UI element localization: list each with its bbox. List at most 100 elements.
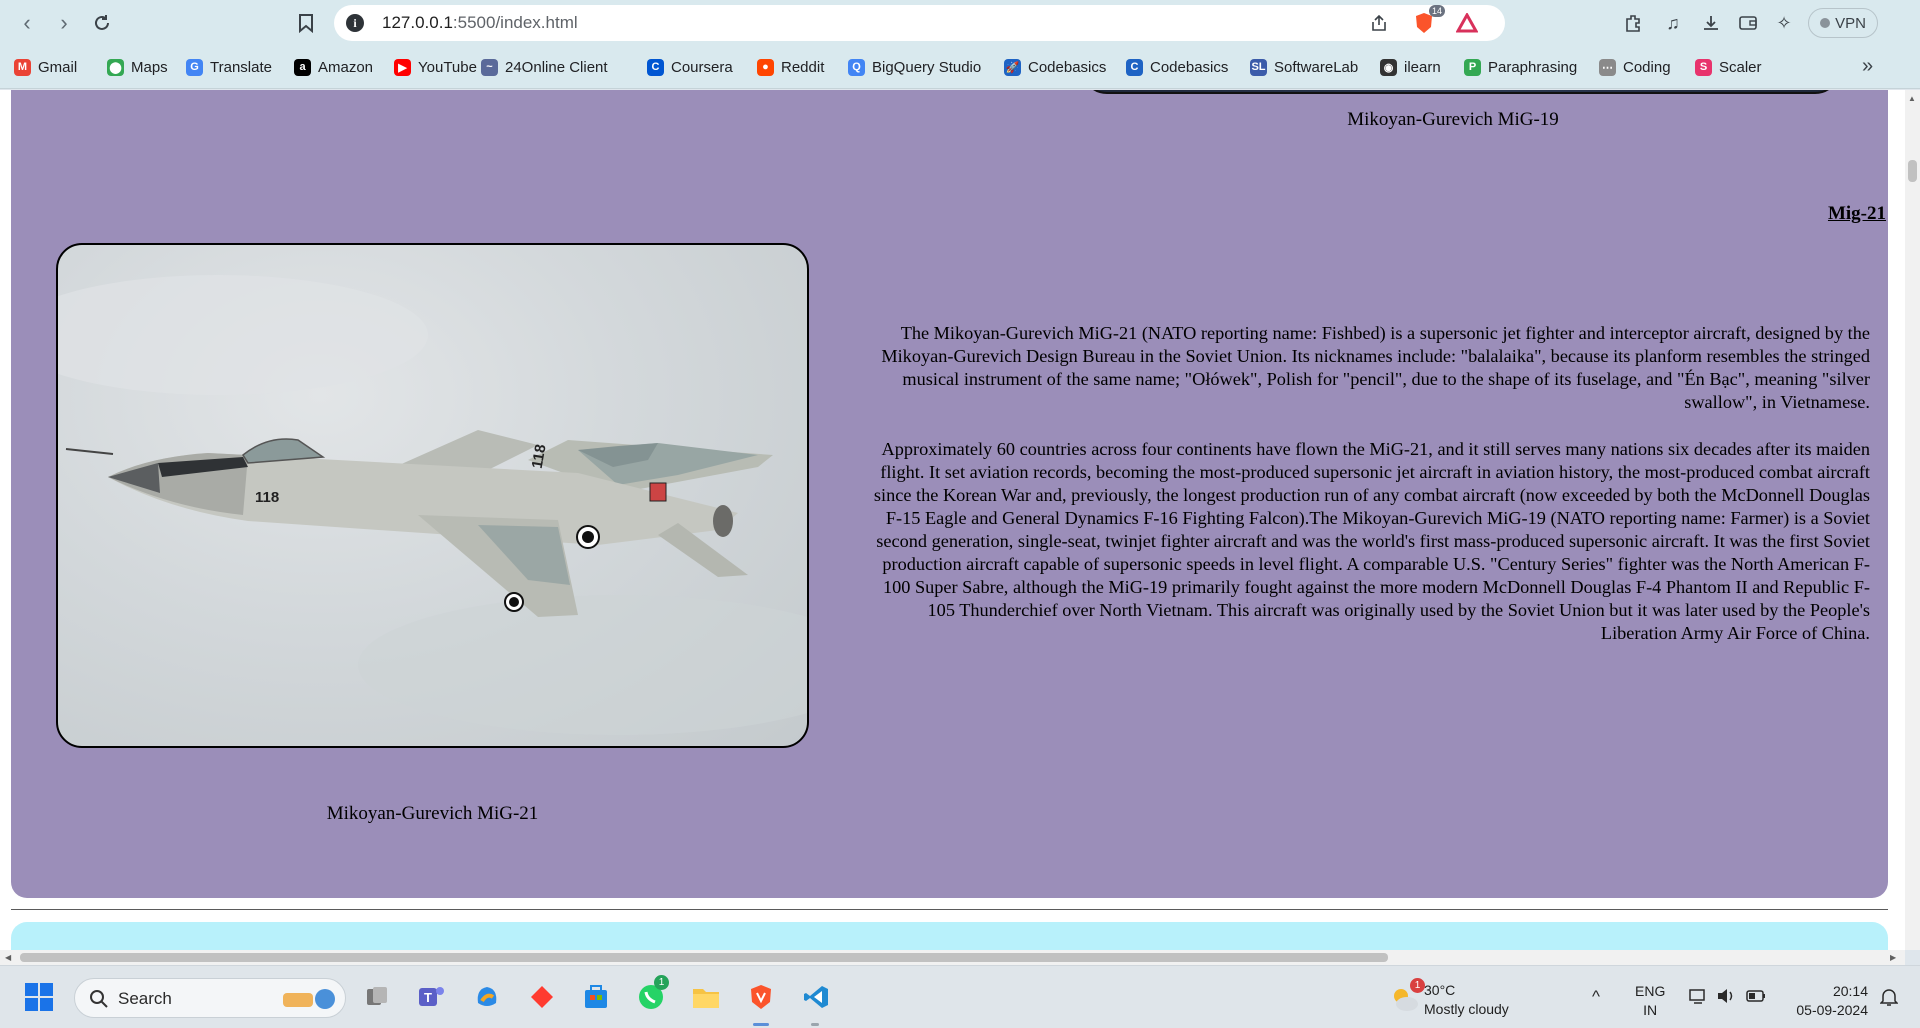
vpn-status-icon [1820, 18, 1831, 28]
extensions-icon[interactable] [1620, 10, 1646, 36]
brave-taskbar-icon[interactable] [744, 980, 778, 1014]
scaler-icon: S [1695, 58, 1712, 76]
language-indicator[interactable]: ENG IN [1635, 982, 1665, 1020]
bookmark-gmail[interactable]: M Gmail [14, 56, 77, 78]
url-text[interactable]: 127.0.0.1:5500/index.html [382, 13, 578, 33]
bookmark-coding[interactable]: ⋯ Coding [1599, 56, 1671, 78]
gmail-icon: M [14, 58, 31, 76]
bookmark-label: Coding [1623, 58, 1671, 76]
bookmark-label: ilearn [1404, 58, 1441, 76]
show-hidden-icons-icon[interactable]: ^ [1592, 987, 1600, 1007]
bookmark-24online-client[interactable]: ~24Online Client [481, 56, 608, 78]
bookmark-maps[interactable]: ⬤ Maps [107, 56, 168, 78]
whatsapp-icon[interactable]: 1 [634, 975, 669, 1014]
paragraph-intro: The Mikoyan-Gurevich MiG-21 (NATO report… [881, 323, 1870, 412]
leo-ai-icon[interactable]: ✧ [1771, 10, 1797, 36]
browser-toolbar: ‹ › i 127.0.0.1:5500/index.html 14 ♫ ✧ V… [0, 0, 1920, 45]
bookmark-scaler[interactable]: S Scaler [1695, 56, 1762, 78]
svg-text:T: T [424, 990, 432, 1005]
task-view-icon[interactable] [360, 980, 394, 1014]
bookmark-paraphrasing[interactable]: P Paraphrasing [1464, 56, 1577, 78]
coding-icon: ⋯ [1599, 58, 1616, 76]
coursera-icon: C [647, 58, 664, 76]
globe-icon: ◉ [1380, 58, 1397, 76]
site-info-icon[interactable]: i [346, 14, 364, 32]
network-icon[interactable] [1688, 987, 1708, 1010]
bookmark-bigquery-studio[interactable]: Q BigQuery Studio [848, 56, 981, 78]
mig19-image [1081, 90, 1841, 94]
section-divider [11, 909, 1888, 910]
copilot-icon[interactable] [470, 980, 504, 1014]
bookmark-label: Scaler [1719, 58, 1762, 76]
windows-start-icon[interactable] [22, 980, 56, 1014]
bookmark-label: Reddit [781, 58, 825, 76]
windows-taskbar: Search T 1 1 30°C Mostly cloudy ^ ENG IN [0, 965, 1920, 1028]
clock-date: 05-09-2024 [1796, 1002, 1868, 1018]
scroll-left-icon[interactable]: ◀ [5, 953, 11, 962]
search-icon [90, 990, 108, 1008]
paraphrasing-icon: P [1464, 58, 1481, 76]
battery-icon[interactable] [1745, 987, 1767, 1010]
volume-icon[interactable] [1716, 987, 1736, 1010]
address-bar[interactable]: i 127.0.0.1:5500/index.html 14 [334, 5, 1505, 41]
vscode-icon[interactable] [799, 980, 833, 1014]
rocket-icon: 🚀 [1004, 58, 1021, 76]
bookmark-icon[interactable] [292, 9, 320, 37]
clock-time: 20:14 [1832, 983, 1868, 999]
bookmark-codebasics[interactable]: 🚀 Codebasics [1004, 56, 1106, 78]
forward-icon[interactable]: › [50, 9, 78, 37]
weather-temperature[interactable]: 30°C [1424, 982, 1455, 998]
bookmark-label: Maps [131, 58, 168, 76]
bookmark-translate[interactable]: G Translate [186, 56, 272, 78]
downloads-icon[interactable] [1698, 10, 1724, 36]
scroll-up-icon[interactable]: ▲ [1908, 94, 1916, 103]
codebasics-icon: C [1126, 58, 1143, 76]
vpn-button[interactable]: VPN [1808, 8, 1878, 38]
bookmarks-bar: M Gmail ⬤ Maps G Translate a Amazon ▶ YouTube ~24O… [0, 45, 1920, 89]
url-path: :5500/index.html [452, 13, 578, 32]
maps-icon: ⬤ [107, 58, 124, 76]
brave-rewards-icon[interactable] [1454, 11, 1480, 35]
teams-icon[interactable]: T [414, 980, 448, 1014]
bookmark-youtube[interactable]: ▶ YouTube [394, 56, 477, 78]
brave-shield-icon[interactable]: 14 [1411, 5, 1446, 35]
file-explorer-icon[interactable] [689, 980, 723, 1014]
vertical-scroll-thumb[interactable] [1908, 160, 1917, 182]
weather-description[interactable]: Mostly cloudy [1424, 1001, 1509, 1017]
mig19-caption: Mikoyan-Gurevich MiG-19 [1347, 109, 1559, 130]
taskbar-search[interactable]: Search [74, 978, 346, 1018]
system-clock[interactable]: 20:14 05-09-2024 [1784, 982, 1868, 1020]
kite-app-icon[interactable] [525, 980, 559, 1014]
reload-icon[interactable] [88, 9, 116, 37]
next-section-card [11, 922, 1888, 950]
vertical-scrollbar[interactable]: ▲ [1905, 90, 1920, 950]
microsoft-store-icon[interactable] [579, 980, 613, 1014]
bookmark-amazon[interactable]: a Amazon [294, 56, 373, 78]
vpn-label: VPN [1835, 14, 1866, 32]
horizontal-scrollbar[interactable]: ◀ ▶ [0, 950, 1905, 965]
url-host: 127.0.0.1 [382, 13, 453, 32]
scroll-right-icon[interactable]: ▶ [1890, 953, 1896, 962]
more-bookmarks-icon[interactable]: » [1862, 55, 1873, 78]
jet-illustration: 118 118 [58, 275, 807, 735]
jet-marking-side: 118 [255, 489, 279, 506]
paragraph-history: Approximately 60 countries across four c… [873, 439, 1870, 643]
bookmark-softwarelab[interactable]: SL SoftwareLab [1250, 56, 1358, 78]
bookmark-codebasics[interactable]: C Codebasics [1126, 56, 1228, 78]
wallet-icon[interactable] [1735, 10, 1761, 36]
search-highlight-icon [283, 989, 335, 1009]
youtube-icon: ▶ [394, 58, 411, 76]
vscode-open-indicator [811, 1023, 819, 1026]
weather-icon[interactable]: 1 [1388, 978, 1425, 1016]
bookmark-reddit[interactable]: ● Reddit [757, 56, 824, 78]
notifications-icon[interactable] [1879, 987, 1899, 1012]
horizontal-scroll-thumb[interactable] [20, 953, 1388, 962]
bookmark-coursera[interactable]: C Coursera [647, 56, 733, 78]
amazon-icon: a [294, 58, 311, 76]
back-icon[interactable]: ‹ [13, 9, 41, 37]
bookmark-label: Gmail [38, 58, 78, 76]
search-label: Search [118, 989, 172, 1008]
share-icon[interactable] [1366, 11, 1392, 35]
bookmark-ilearn[interactable]: ◉ ilearn [1380, 56, 1441, 78]
media-icon[interactable]: ♫ [1660, 10, 1686, 36]
